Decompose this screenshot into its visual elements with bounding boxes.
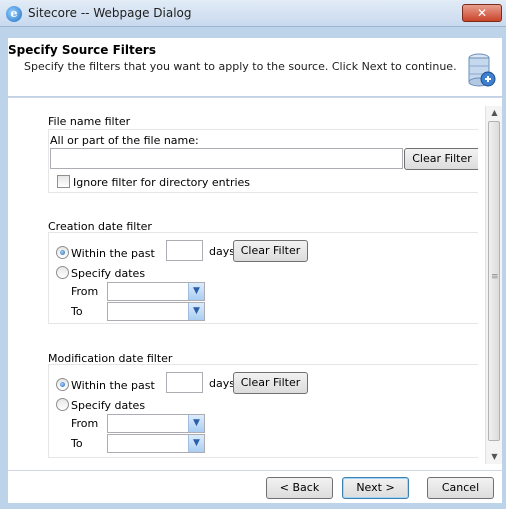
file-clear-filter-button[interactable]: Clear Filter — [404, 148, 478, 170]
dialog-window: e Sitecore -- Webpage Dialog ✕ Specify S… — [0, 0, 506, 509]
creation-within-label: Within the past — [71, 247, 155, 260]
modification-within-label: Within the past — [71, 379, 155, 392]
page-title: Specify Source Filters — [8, 43, 156, 57]
wizard-header: Specify Source Filters Specify the filte… — [8, 38, 502, 96]
creation-days-input[interactable] — [166, 240, 203, 261]
creation-filter-group: Within the past days Clear Filter Specif… — [48, 232, 478, 324]
chevron-down-icon: ▼ — [188, 435, 204, 452]
creation-days-label: days — [209, 245, 235, 258]
creation-to-label: To — [71, 305, 83, 318]
vertical-scrollbar[interactable]: ▲ ≡ ▼ — [485, 106, 502, 464]
modification-from-select[interactable]: ▼ — [107, 414, 205, 433]
chevron-down-icon: ▼ — [188, 303, 204, 320]
creation-within-radio[interactable] — [56, 246, 69, 259]
scroll-up-icon[interactable]: ▲ — [486, 106, 503, 120]
file-name-label: All or part of the file name: — [50, 134, 199, 147]
next-button[interactable]: Next > — [342, 477, 409, 499]
page-description: Specify the filters that you want to app… — [24, 60, 457, 73]
chevron-down-icon: ▼ — [188, 415, 204, 432]
title-bar: e Sitecore -- Webpage Dialog ✕ — [0, 0, 506, 27]
modification-filter-group: Within the past days Clear Filter Specif… — [48, 364, 478, 458]
filter-content: File name filter All or part of the file… — [8, 97, 502, 470]
scroll-down-icon[interactable]: ▼ — [486, 450, 503, 464]
creation-specify-label: Specify dates — [71, 267, 146, 280]
creation-from-label: From — [71, 285, 99, 298]
modification-clear-filter-button[interactable]: Clear Filter — [233, 372, 308, 394]
file-filter-group: All or part of the file name: Clear Filt… — [48, 129, 478, 193]
wizard-footer: < Back Next > Cancel — [8, 470, 502, 503]
file-name-input[interactable] — [50, 148, 403, 169]
ignore-directory-label: Ignore filter for directory entries — [73, 176, 251, 189]
ignore-directory-checkbox[interactable] — [57, 175, 70, 188]
close-button[interactable]: ✕ — [462, 4, 502, 22]
creation-from-select[interactable]: ▼ — [107, 282, 205, 301]
chevron-down-icon: ▼ — [188, 283, 204, 300]
window-title: Sitecore -- Webpage Dialog — [28, 6, 192, 20]
file-filter-heading: File name filter — [48, 115, 131, 128]
back-button[interactable]: < Back — [266, 477, 333, 499]
scroll-thumb[interactable]: ≡ — [488, 121, 500, 441]
close-icon: ✕ — [476, 6, 488, 20]
grip-icon: ≡ — [491, 272, 499, 282]
modification-within-radio[interactable] — [56, 378, 69, 391]
internet-explorer-icon: e — [6, 6, 22, 22]
database-wizard-icon — [468, 53, 496, 87]
creation-to-select[interactable]: ▼ — [107, 302, 205, 321]
modification-specify-radio[interactable] — [56, 398, 69, 411]
cancel-button[interactable]: Cancel — [427, 477, 494, 499]
scroll-area: File name filter All or part of the file… — [8, 98, 478, 471]
modification-to-select[interactable]: ▼ — [107, 434, 205, 453]
modification-from-label: From — [71, 417, 99, 430]
modification-days-label: days — [209, 377, 235, 390]
modification-days-input[interactable] — [166, 372, 203, 393]
modification-to-label: To — [71, 437, 83, 450]
modification-specify-label: Specify dates — [71, 399, 146, 412]
creation-clear-filter-button[interactable]: Clear Filter — [233, 240, 308, 262]
creation-specify-radio[interactable] — [56, 266, 69, 279]
